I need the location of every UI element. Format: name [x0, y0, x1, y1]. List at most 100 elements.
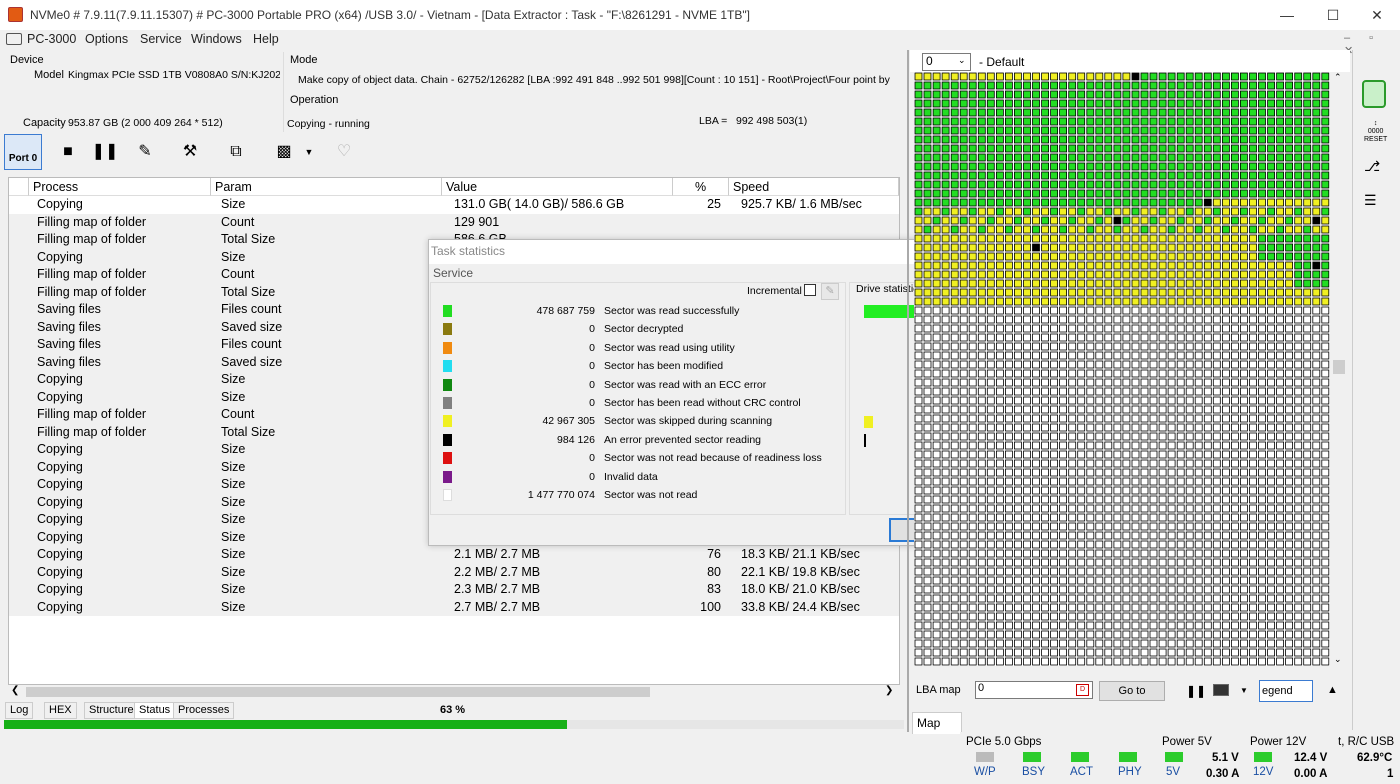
- map-cell[interactable]: [1113, 117, 1122, 126]
- map-cell[interactable]: [1303, 459, 1312, 468]
- legend-button[interactable]: egend: [1259, 680, 1313, 702]
- map-cell[interactable]: [1185, 306, 1194, 315]
- map-cell[interactable]: [1303, 342, 1312, 351]
- map-cell[interactable]: [1014, 396, 1022, 405]
- map-cell[interactable]: [1185, 207, 1194, 216]
- map-cell[interactable]: [923, 81, 932, 90]
- map-cell[interactable]: [1131, 171, 1140, 180]
- map-cell[interactable]: [1276, 315, 1285, 324]
- map-cell[interactable]: [959, 540, 968, 549]
- map-cell[interactable]: [1068, 198, 1077, 207]
- map-cell[interactable]: [1086, 153, 1095, 162]
- map-cell[interactable]: [1294, 333, 1303, 342]
- map-cell[interactable]: [1294, 396, 1303, 405]
- map-cell[interactable]: [1285, 477, 1294, 486]
- map-cell[interactable]: [1104, 279, 1113, 288]
- map-cell[interactable]: [1212, 486, 1221, 495]
- map-cell[interactable]: [1312, 315, 1321, 324]
- map-cell[interactable]: [932, 549, 941, 558]
- map-cell[interactable]: [1267, 315, 1276, 324]
- map-cell[interactable]: [914, 171, 923, 180]
- map-cell[interactable]: [986, 234, 995, 243]
- map-cell[interactable]: [1249, 657, 1257, 666]
- map-cell[interactable]: [1267, 387, 1276, 396]
- map-cell[interactable]: [914, 657, 923, 666]
- map-cell[interactable]: [1023, 423, 1031, 432]
- map-cell[interactable]: [977, 153, 986, 162]
- map-cell[interactable]: [1140, 333, 1149, 342]
- map-cell[interactable]: [923, 288, 932, 297]
- map-cell[interactable]: [923, 657, 932, 666]
- map-cell[interactable]: [1221, 378, 1230, 387]
- map-cell[interactable]: [1312, 234, 1321, 243]
- map-cell[interactable]: [1194, 153, 1203, 162]
- map-cell[interactable]: [1158, 378, 1167, 387]
- map-cell[interactable]: [1086, 72, 1095, 81]
- map-cell[interactable]: [986, 378, 995, 387]
- map-cell[interactable]: [1276, 630, 1285, 639]
- map-cell[interactable]: [914, 90, 923, 99]
- map-cell[interactable]: [1294, 495, 1303, 504]
- map-cell[interactable]: [959, 180, 968, 189]
- map-cell[interactable]: [1149, 270, 1158, 279]
- map-cell[interactable]: [1185, 486, 1194, 495]
- map-cell[interactable]: [968, 126, 977, 135]
- table-row[interactable]: Copying Size 2.2 MB/ 2.7 MB 80 22.1 KB/ 19.8…: [9, 563, 899, 581]
- map-cell[interactable]: [1113, 567, 1122, 576]
- map-cell[interactable]: [1203, 117, 1212, 126]
- map-cell[interactable]: [996, 405, 1004, 414]
- map-cell[interactable]: [1149, 135, 1158, 144]
- map-cell[interactable]: [1014, 270, 1022, 279]
- map-cell[interactable]: [1032, 486, 1040, 495]
- map-cell[interactable]: [1032, 369, 1040, 378]
- map-cell[interactable]: [1239, 135, 1248, 144]
- map-cell[interactable]: [950, 153, 959, 162]
- map-cell[interactable]: [1077, 648, 1086, 657]
- map-cell[interactable]: [1176, 468, 1185, 477]
- map-cell[interactable]: [996, 387, 1004, 396]
- map-cell[interactable]: [1041, 567, 1049, 576]
- map-cell[interactable]: [941, 549, 950, 558]
- map-cell[interactable]: [1059, 252, 1068, 261]
- map-cell[interactable]: [1113, 315, 1122, 324]
- map-cell[interactable]: [1140, 207, 1149, 216]
- map-cell[interactable]: [1167, 90, 1176, 99]
- map-cell[interactable]: [1258, 153, 1266, 162]
- map-cell[interactable]: [1059, 396, 1068, 405]
- map-cell[interactable]: [1276, 405, 1285, 414]
- map-cell[interactable]: [1267, 153, 1276, 162]
- map-cell[interactable]: [923, 108, 932, 117]
- map-cell[interactable]: [1005, 288, 1013, 297]
- map-cell[interactable]: [950, 450, 959, 459]
- map-cell[interactable]: [1303, 531, 1312, 540]
- map-cell[interactable]: [996, 540, 1004, 549]
- map-cell[interactable]: [1068, 612, 1077, 621]
- map-cell[interactable]: [1104, 81, 1113, 90]
- map-cell[interactable]: [1258, 297, 1266, 306]
- map-cell[interactable]: [1312, 495, 1321, 504]
- map-cell[interactable]: [932, 126, 941, 135]
- map-cell[interactable]: [941, 585, 950, 594]
- map-cell[interactable]: [941, 297, 950, 306]
- map-cell[interactable]: [1276, 495, 1285, 504]
- map-cell[interactable]: [1032, 594, 1040, 603]
- map-cell[interactable]: [968, 198, 977, 207]
- map-cell[interactable]: [1050, 279, 1059, 288]
- map-cell[interactable]: [977, 81, 986, 90]
- map-cell[interactable]: [1023, 108, 1031, 117]
- map-cell[interactable]: [1285, 576, 1294, 585]
- map-cell[interactable]: [1239, 567, 1248, 576]
- map-cell[interactable]: [1249, 126, 1257, 135]
- map-cell[interactable]: [1203, 495, 1212, 504]
- map-cell[interactable]: [923, 450, 932, 459]
- map-cell[interactable]: [1104, 90, 1113, 99]
- map-cell[interactable]: [977, 657, 986, 666]
- map-cell[interactable]: [1303, 594, 1312, 603]
- map-cell[interactable]: [977, 378, 986, 387]
- map-cell[interactable]: [1158, 153, 1167, 162]
- map-cell[interactable]: [977, 459, 986, 468]
- map-cell[interactable]: [968, 396, 977, 405]
- map-cell[interactable]: [968, 270, 977, 279]
- map-cell[interactable]: [914, 189, 923, 198]
- map-cell[interactable]: [1095, 648, 1104, 657]
